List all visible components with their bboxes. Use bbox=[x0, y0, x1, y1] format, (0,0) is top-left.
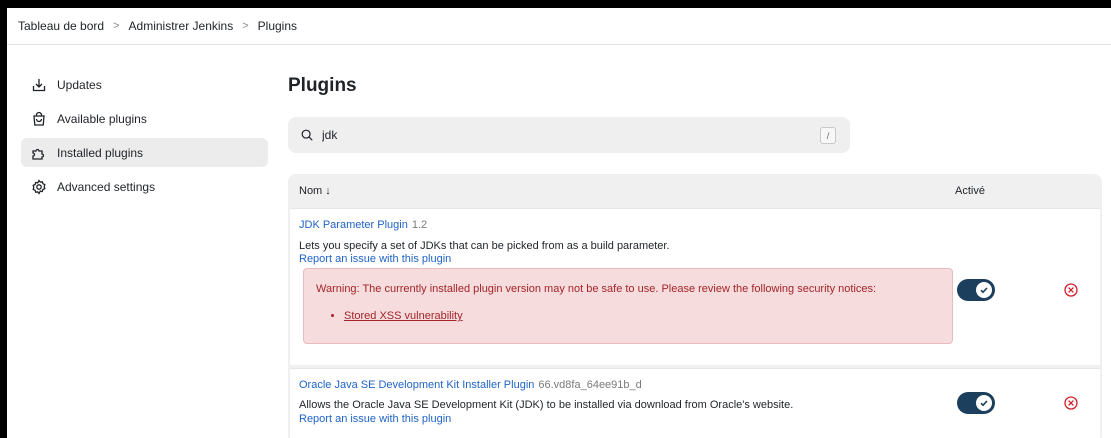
table-header: Nom ↓ Activé bbox=[288, 174, 1102, 208]
plugin-version: 66.vd8fa_64ee91b_d bbox=[538, 379, 642, 391]
column-header-enabled: Activé bbox=[955, 185, 985, 197]
plugin-description: Allows the Oracle Java SE Development Ki… bbox=[299, 399, 794, 411]
plugin-description: Lets you specify a set of JDKs that can … bbox=[299, 240, 670, 252]
sidebar-item-label: Installed plugins bbox=[57, 145, 144, 160]
breadcrumb: Tableau de bord > Administrer Jenkins > … bbox=[7, 8, 1111, 45]
sidebar-item-installed-plugins[interactable]: Installed plugins bbox=[21, 138, 268, 167]
list-item: Stored XSS vulnerability bbox=[344, 310, 463, 322]
enable-toggle[interactable] bbox=[957, 392, 995, 414]
report-issue-link[interactable]: Report an issue with this plugin bbox=[299, 253, 451, 265]
search-box[interactable]: / bbox=[288, 117, 850, 153]
breadcrumb-manage-jenkins[interactable]: Administrer Jenkins bbox=[129, 19, 234, 33]
breadcrumb-dashboard[interactable]: Tableau de bord bbox=[18, 19, 104, 33]
download-icon bbox=[32, 78, 46, 91]
check-icon bbox=[976, 282, 992, 298]
sidebar-item-available-plugins[interactable]: Available plugins bbox=[21, 104, 268, 133]
sidebar: Updates Available plugins Installed plug… bbox=[21, 70, 268, 206]
table-row: Oracle Java SE Development Kit Installer… bbox=[290, 368, 1100, 438]
plugin-name-link[interactable]: Oracle Java SE Development Kit Installer… bbox=[299, 379, 534, 391]
plugin-name-link[interactable]: JDK Parameter Plugin bbox=[299, 219, 408, 231]
shopping-bag-icon bbox=[33, 111, 45, 126]
search-icon bbox=[301, 129, 313, 141]
puzzle-icon bbox=[32, 148, 45, 160]
report-issue-link[interactable]: Report an issue with this plugin bbox=[299, 413, 451, 425]
sidebar-item-label: Available plugins bbox=[57, 111, 147, 126]
security-notice-list: Stored XSS vulnerability bbox=[332, 310, 463, 322]
uninstall-icon[interactable] bbox=[1063, 395, 1079, 411]
chevron-right-icon: > bbox=[113, 20, 120, 32]
enable-toggle[interactable] bbox=[957, 279, 995, 301]
plugin-version: 1.2 bbox=[411, 219, 428, 231]
chevron-right-icon: > bbox=[242, 20, 249, 32]
sidebar-item-label: Updates bbox=[57, 77, 102, 92]
search-input[interactable] bbox=[322, 128, 802, 142]
uninstall-icon[interactable] bbox=[1063, 282, 1079, 298]
sidebar-item-label: Advanced settings bbox=[57, 179, 156, 194]
security-notice-link[interactable]: Stored XSS vulnerability bbox=[344, 310, 463, 322]
sidebar-item-updates[interactable]: Updates bbox=[21, 70, 268, 99]
warning-text: Warning: The currently installed plugin … bbox=[316, 283, 877, 295]
gear-icon bbox=[32, 178, 46, 195]
jenkins-window: Tableau de bord > Administrer Jenkins > … bbox=[7, 8, 1111, 438]
plugin-title: JDK Parameter Plugin 1.2 bbox=[299, 219, 427, 231]
plugins-table: Nom ↓ Activé JDK Parameter Plugin 1.2 Let… bbox=[288, 174, 1102, 438]
sidebar-item-advanced-settings[interactable]: Advanced settings bbox=[21, 172, 268, 201]
check-icon bbox=[976, 395, 992, 411]
keyboard-shortcut-hint: / bbox=[820, 127, 836, 144]
page-title: Plugins bbox=[288, 75, 357, 96]
column-header-name[interactable]: Nom ↓ bbox=[299, 185, 331, 197]
security-warning: Warning: The currently installed plugin … bbox=[303, 268, 953, 344]
table-row: JDK Parameter Plugin 1.2 Lets you specify… bbox=[290, 208, 1100, 365]
plugin-title: Oracle Java SE Development Kit Installer… bbox=[299, 379, 642, 391]
breadcrumb-plugins[interactable]: Plugins bbox=[258, 19, 297, 33]
